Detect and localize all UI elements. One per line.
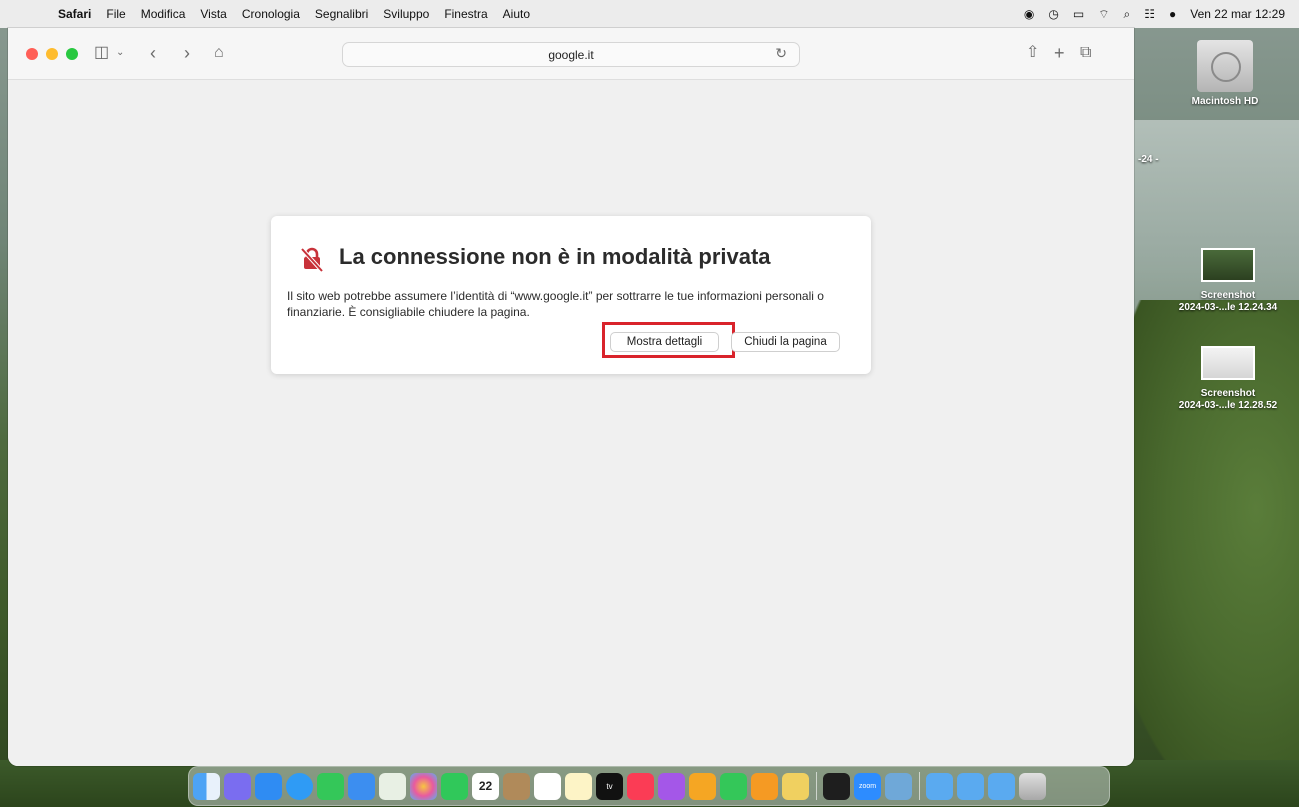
desktop-screenshot-1[interactable]: Screenshot 2024-03-...le 12.24.34 xyxy=(1160,248,1296,314)
menu-vista[interactable]: Vista xyxy=(200,7,226,21)
forward-icon[interactable]: › xyxy=(184,42,190,64)
menu-sviluppo[interactable]: Sviluppo xyxy=(383,7,429,21)
siri-icon[interactable]: ● xyxy=(1169,7,1176,21)
menu-aiuto[interactable]: Aiuto xyxy=(503,7,530,21)
desktop-screenshot-2[interactable]: Screenshot 2024-03-...le 12.28.52 xyxy=(1160,346,1296,412)
zoom-app-icon[interactable]: zoom xyxy=(854,772,881,800)
browser-toolbar: ◫ ⌄ ‹ › ⌂ google.it ↻ ⇧ + ⧉ xyxy=(8,28,1134,80)
menu-modifica[interactable]: Modifica xyxy=(141,7,186,21)
chevron-down-icon[interactable]: ⌄ xyxy=(116,42,124,64)
safari-window: ◫ ⌄ ‹ › ⌂ google.it ↻ ⇧ + ⧉ La connessio… xyxy=(8,28,1134,766)
mail-icon[interactable] xyxy=(348,772,375,800)
address-url: google.it xyxy=(548,48,594,62)
zoom-window-button[interactable] xyxy=(66,48,78,60)
home-icon[interactable]: ⌂ xyxy=(214,42,224,64)
menu-finestra[interactable]: Finestra xyxy=(444,7,487,21)
keynote-icon[interactable] xyxy=(689,772,716,800)
dialog-message: Il sito web potrebbe assumere l’identità… xyxy=(287,289,824,319)
launchpad-icon[interactable] xyxy=(224,772,251,800)
menu-app-name[interactable]: Safari xyxy=(58,7,91,21)
contacts-icon[interactable] xyxy=(503,772,530,800)
spotlight-icon[interactable]: ⌕ xyxy=(1124,7,1131,22)
trash-icon[interactable] xyxy=(1019,772,1046,800)
screenshot-thumbnail-icon xyxy=(1201,346,1255,380)
dialog-title: La connessione non è in modalità privata xyxy=(339,244,771,269)
calendar-icon[interactable]: 22 xyxy=(472,772,499,800)
preview-icon[interactable] xyxy=(782,772,809,800)
notes-icon[interactable] xyxy=(565,772,592,800)
user-status-icon[interactable]: ◉ xyxy=(1024,7,1034,21)
safari-icon[interactable] xyxy=(286,772,313,800)
show-details-button[interactable]: Mostra dettagli xyxy=(610,332,719,352)
wifi-icon[interactable]: ⌔ xyxy=(1098,7,1109,22)
control-center-icon[interactable]: ☷ xyxy=(1144,7,1155,21)
downloads-folder-icon[interactable] xyxy=(988,772,1015,800)
dock: 22 tv zoom xyxy=(188,766,1110,806)
screenshot-1-date: 2024-03-...le 12.24.34 xyxy=(1178,302,1278,313)
page-content: La connessione non è in modalità privata… xyxy=(8,80,1134,766)
battery-icon[interactable]: ▭ xyxy=(1073,7,1084,21)
messages-icon[interactable] xyxy=(317,772,344,800)
documents-folder-icon[interactable] xyxy=(957,772,984,800)
new-tab-icon[interactable]: + xyxy=(1054,42,1065,64)
close-window-button[interactable] xyxy=(26,48,38,60)
desktop-hd[interactable]: Macintosh HD xyxy=(1180,40,1270,108)
privacy-warning-dialog: La connessione non è in modalità privata… xyxy=(271,216,871,374)
dock-separator xyxy=(919,772,920,800)
maps-icon[interactable] xyxy=(379,772,406,800)
menu-bar: Safari File Modifica Vista Cronologia Se… xyxy=(0,0,1299,28)
photos-icon[interactable] xyxy=(410,772,437,800)
apple-tv-icon[interactable]: tv xyxy=(596,772,623,800)
desktop-hd-label: Macintosh HD xyxy=(1191,96,1259,107)
applications-folder-icon[interactable] xyxy=(926,772,953,800)
app-store-icon[interactable] xyxy=(255,772,282,800)
desktop-peek-label: -24 - xyxy=(1138,154,1159,165)
menu-segnalibri[interactable]: Segnalibri xyxy=(315,7,368,21)
apple-menu-icon[interactable] xyxy=(22,7,38,21)
reminders-icon[interactable] xyxy=(534,772,561,800)
terminal-icon[interactable] xyxy=(823,772,850,800)
sidebar-toggle-icon[interactable]: ◫ xyxy=(94,42,109,64)
minimize-window-button[interactable] xyxy=(46,48,58,60)
screenshot-2-date: 2024-03-...le 12.28.52 xyxy=(1178,400,1278,411)
menu-file[interactable]: File xyxy=(106,7,125,21)
close-page-button[interactable]: Chiudi la pagina xyxy=(731,332,840,352)
reload-icon[interactable]: ↻ xyxy=(775,45,787,62)
dock-separator xyxy=(816,772,817,800)
time-machine-icon[interactable]: ◷ xyxy=(1048,7,1058,21)
share-icon[interactable]: ⇧ xyxy=(1026,42,1039,64)
finder-icon[interactable] xyxy=(193,772,220,800)
menu-clock[interactable]: Ven 22 mar 12:29 xyxy=(1190,7,1285,21)
pages-icon[interactable] xyxy=(751,772,778,800)
address-bar[interactable]: google.it ↻ xyxy=(342,42,800,67)
podcasts-icon[interactable] xyxy=(658,772,685,800)
facetime-icon[interactable] xyxy=(441,772,468,800)
screenshot-1-name: Screenshot xyxy=(1200,290,1256,301)
tab-overview-icon[interactable]: ⧉ xyxy=(1080,42,1091,64)
screen-sharing-icon[interactable] xyxy=(885,772,912,800)
hard-drive-icon xyxy=(1197,40,1253,92)
back-icon[interactable]: ‹ xyxy=(150,42,156,64)
numbers-icon[interactable] xyxy=(720,772,747,800)
music-icon[interactable] xyxy=(627,772,654,800)
screenshot-thumbnail-icon xyxy=(1201,248,1255,282)
menu-cronologia[interactable]: Cronologia xyxy=(242,7,300,21)
broken-lock-icon xyxy=(300,247,324,272)
screenshot-2-name: Screenshot xyxy=(1200,388,1256,399)
